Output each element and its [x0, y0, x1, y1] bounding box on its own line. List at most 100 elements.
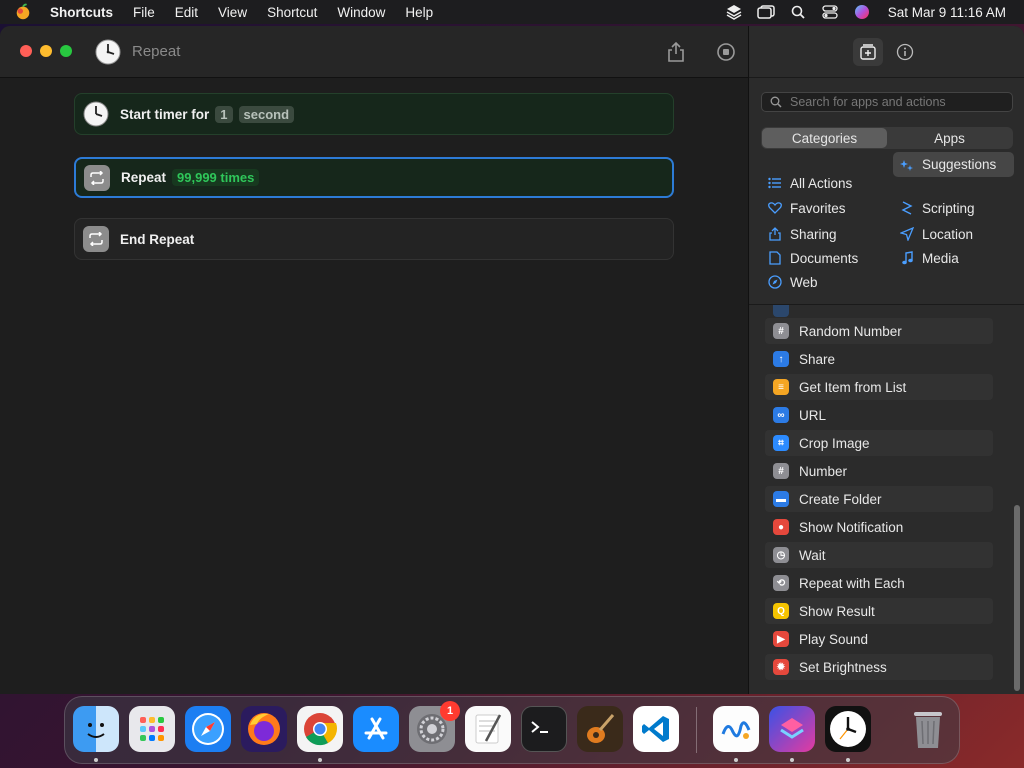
dock-clock-icon[interactable] [825, 706, 871, 752]
category-all-actions[interactable]: All Actions [761, 171, 882, 195]
timer-icon: ◷ [773, 547, 789, 563]
category-documents[interactable]: Documents [761, 246, 882, 270]
menu-help[interactable]: Help [395, 5, 443, 20]
list-item-wait[interactable]: ◷ Wait [765, 542, 993, 568]
menu-shortcut[interactable]: Shortcut [257, 5, 327, 20]
repeat-icon: ⟲ [773, 575, 789, 591]
location-arrow-icon [899, 226, 915, 242]
duration-value-token[interactable]: 1 [215, 105, 233, 123]
menu-view[interactable]: View [208, 5, 257, 20]
menu-window[interactable]: Window [327, 5, 395, 20]
shortcuts-window: Repeat Start timer for 1 second Repeat 9… [0, 26, 1024, 694]
clock-icon[interactable] [95, 39, 121, 65]
dock-launchpad-icon[interactable] [129, 706, 175, 752]
repeat-count-token[interactable]: 99,999 times [172, 169, 260, 186]
menu-app-name[interactable]: Shortcuts [34, 5, 123, 20]
bell-icon: ● [773, 519, 789, 535]
action-label: Repeat [121, 170, 167, 185]
document-icon [767, 250, 783, 266]
category-media[interactable]: Media [893, 246, 1014, 270]
list-scrollbar[interactable] [1014, 505, 1020, 691]
list-item-get-item-from-list[interactable]: ≡ Get Item from List [765, 374, 993, 400]
link-icon: ∞ [773, 407, 789, 423]
duration-unit-token[interactable]: second [238, 105, 295, 123]
dock-freeform-icon[interactable] [713, 706, 759, 752]
shortcut-title[interactable]: Repeat [132, 43, 180, 60]
folder-icon: ▬ [773, 491, 789, 507]
clock-icon [83, 101, 109, 127]
action-library-sidebar: Categories Apps All Actions Favorites Sh… [748, 26, 1024, 694]
action-label: End Repeat [120, 231, 195, 247]
category-location[interactable]: Location [893, 222, 1014, 246]
stop-icon[interactable] [714, 40, 738, 64]
list-item-crop-image[interactable]: ⌗ Crop Image [765, 430, 993, 456]
action-search-field[interactable] [761, 92, 1013, 112]
share-icon [767, 226, 783, 242]
siri-icon[interactable] [851, 3, 873, 21]
hash-icon: # [773, 323, 789, 339]
layers-icon[interactable] [723, 3, 745, 21]
category-sharing[interactable]: Sharing [761, 222, 882, 246]
dock-garageband-icon[interactable] [577, 706, 623, 752]
dock-separator [696, 707, 697, 753]
list-item-create-folder[interactable]: ▬ Create Folder [765, 486, 993, 512]
action-library-icon[interactable] [853, 38, 883, 66]
list-item-show-notification[interactable]: ● Show Notification [765, 514, 993, 540]
dock-firefox-icon[interactable] [241, 706, 287, 752]
window-switcher-icon[interactable] [755, 3, 777, 21]
list-item-play-sound[interactable]: ▶ Play Sound [765, 626, 993, 652]
music-note-icon [899, 250, 915, 266]
dock-app-store-icon[interactable] [353, 706, 399, 752]
list-item-share[interactable]: ↑ Share [765, 346, 993, 372]
minimize-window-button[interactable] [40, 45, 52, 57]
tab-apps[interactable]: Apps [887, 128, 1012, 148]
running-indicator [846, 758, 850, 762]
tab-categories[interactable]: Categories [762, 128, 887, 148]
list-item-url[interactable]: ∞ URL [765, 402, 993, 428]
search-input[interactable] [790, 95, 1010, 109]
dock-safari-icon[interactable] [185, 706, 231, 752]
list-icon: ≡ [773, 379, 789, 395]
menu-clock[interactable]: Sat Mar 9 11:16 AM [888, 5, 1006, 20]
dock-finder-icon[interactable] [73, 706, 119, 752]
dock-vscode-icon[interactable] [633, 706, 679, 752]
share-icon[interactable] [664, 40, 688, 64]
dock-shortcuts-icon[interactable] [769, 706, 815, 752]
scripting-icon [899, 200, 915, 216]
dock-chrome-icon[interactable] [297, 706, 343, 752]
running-indicator [734, 758, 738, 762]
menu-file[interactable]: File [123, 5, 165, 20]
list-item-number[interactable]: # Number [765, 458, 993, 484]
info-icon[interactable] [893, 40, 917, 64]
dock: 1 [64, 696, 960, 764]
spotlight-search-icon[interactable] [787, 3, 809, 21]
action-repeat[interactable]: Repeat 99,999 times [74, 157, 674, 198]
device-icon [773, 305, 789, 317]
menu-edit[interactable]: Edit [165, 5, 208, 20]
repeat-icon [83, 226, 109, 252]
list-item-random-number[interactable]: # Random Number [765, 318, 993, 344]
menu-bar: Shortcuts File Edit View Shortcut Window… [0, 0, 1024, 24]
dock-terminal-icon[interactable] [521, 706, 567, 752]
action-end-repeat[interactable]: End Repeat [74, 218, 674, 260]
control-center-icon[interactable] [819, 3, 841, 21]
zoom-window-button[interactable] [60, 45, 72, 57]
repeat-icon [84, 164, 110, 191]
running-indicator [94, 758, 98, 762]
list-item-repeat-with-each[interactable]: ⟲ Repeat with Each [765, 570, 993, 596]
close-window-button[interactable] [20, 45, 32, 57]
play-icon: ▶ [773, 631, 789, 647]
shortcut-editor: Start timer for 1 second Repeat 99,999 t… [0, 78, 748, 694]
action-suggestions-list: # Random Number ↑ Share ≡ Get Item from … [749, 304, 1024, 694]
list-item-set-brightness[interactable]: ✹ Set Brightness [765, 654, 993, 680]
list-item-show-result[interactable]: Q Show Result [765, 598, 993, 624]
category-suggestions[interactable]: Suggestions [893, 152, 1014, 177]
apple-menu-icon[interactable] [12, 1, 34, 23]
category-scripting[interactable]: Scripting [893, 196, 1014, 220]
action-start-timer[interactable]: Start timer for 1 second [74, 93, 674, 135]
category-web[interactable]: Web [761, 270, 882, 294]
dock-trash-icon[interactable] [905, 706, 951, 752]
category-favorites[interactable]: Favorites [761, 196, 882, 220]
dock-textedit-icon[interactable] [465, 706, 511, 752]
sun-icon: ✹ [773, 659, 789, 675]
